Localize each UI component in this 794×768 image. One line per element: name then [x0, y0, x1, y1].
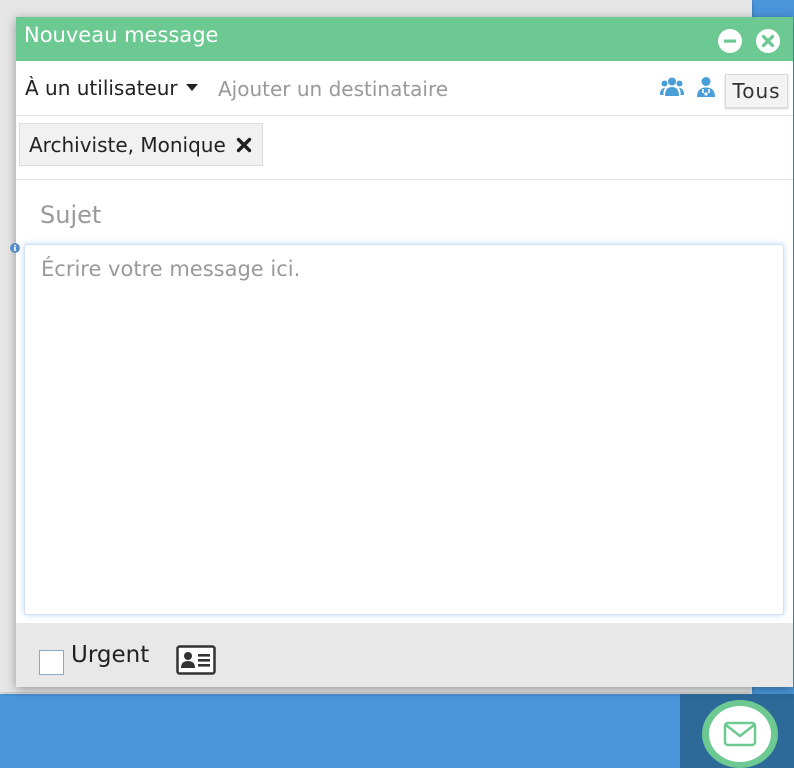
minus-circle-icon: [724, 39, 736, 43]
recipient-chip: Archiviste, Monique: [19, 123, 263, 166]
dialog-title: Nouveau message: [24, 23, 219, 47]
recipient-input[interactable]: [218, 73, 638, 105]
message-body-textarea[interactable]: [24, 244, 784, 615]
user-doctor-icon[interactable]: [696, 76, 716, 98]
taskbar: [0, 694, 794, 768]
envelope-icon: [723, 721, 757, 747]
dialog-footer: Urgent: [16, 623, 793, 687]
urgent-label: Urgent: [71, 642, 150, 668]
info-icon: [10, 243, 20, 253]
recipient-chips: Archiviste, Monique: [16, 116, 793, 180]
new-message-dialog: Nouveau message À un utilisateur Ajouter…: [10, 17, 793, 687]
caret-down-icon: [185, 84, 198, 91]
recipient-mode-label: À un utilisateur: [25, 76, 178, 100]
close-x-icon[interactable]: [236, 137, 252, 153]
contact-card-icon[interactable]: [176, 645, 216, 675]
recipient-row: À un utilisateur Tous: [16, 61, 793, 116]
close-button[interactable]: [756, 29, 780, 53]
minimize-button[interactable]: [718, 29, 742, 53]
mail-button[interactable]: [702, 700, 778, 768]
recipient-chip-label: Archiviste, Monique: [29, 132, 226, 157]
subject-input[interactable]: [40, 193, 780, 237]
all-recipients-button[interactable]: Tous: [725, 74, 788, 108]
close-circle-icon: [761, 34, 775, 48]
urgent-checkbox[interactable]: [39, 650, 64, 675]
recipient-mode-select[interactable]: À un utilisateur: [25, 76, 198, 100]
mail-button-inner: [709, 706, 771, 762]
users-group-icon[interactable]: [660, 76, 684, 98]
dialog-titlebar: Nouveau message: [16, 17, 793, 61]
